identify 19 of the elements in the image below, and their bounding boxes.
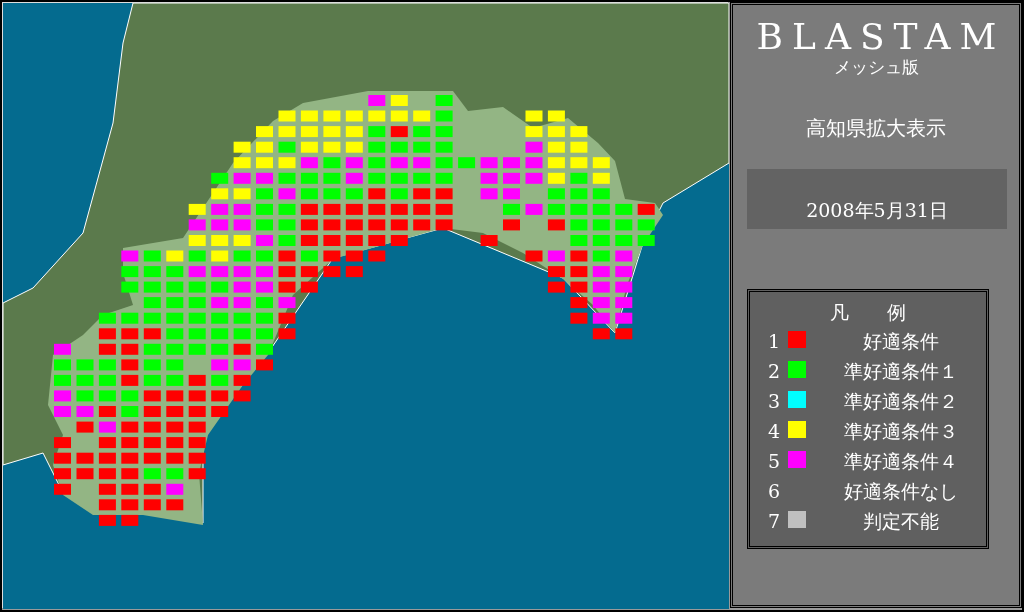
legend-number: 1 xyxy=(766,328,781,354)
legend-label: 準好適条件１ xyxy=(843,358,959,384)
legend-label: 準好適条件２ xyxy=(843,388,959,414)
app-subtitle: メッシュ版 xyxy=(833,56,919,79)
region-title: 高知県拡大表示 xyxy=(806,114,946,142)
legend-number: 4 xyxy=(766,418,781,444)
legend-number: 6 xyxy=(766,478,781,504)
legend-number: 5 xyxy=(766,448,781,474)
legend-title: 凡 例 xyxy=(830,300,906,323)
date-text: 2008年5月31日 xyxy=(806,198,948,223)
legend-number: 7 xyxy=(766,508,781,534)
legend-label: 判定不能 xyxy=(862,508,940,534)
legend-label: 好適条件 xyxy=(862,328,940,354)
app-title: BLASTAM xyxy=(755,19,1006,55)
legend-number: 2 xyxy=(766,358,781,384)
legend-number: 3 xyxy=(766,388,781,414)
legend-label: 準好適条件４ xyxy=(843,448,959,474)
legend-label: 好適条件なし xyxy=(843,478,959,504)
legend-label: 準好適条件３ xyxy=(843,418,959,444)
